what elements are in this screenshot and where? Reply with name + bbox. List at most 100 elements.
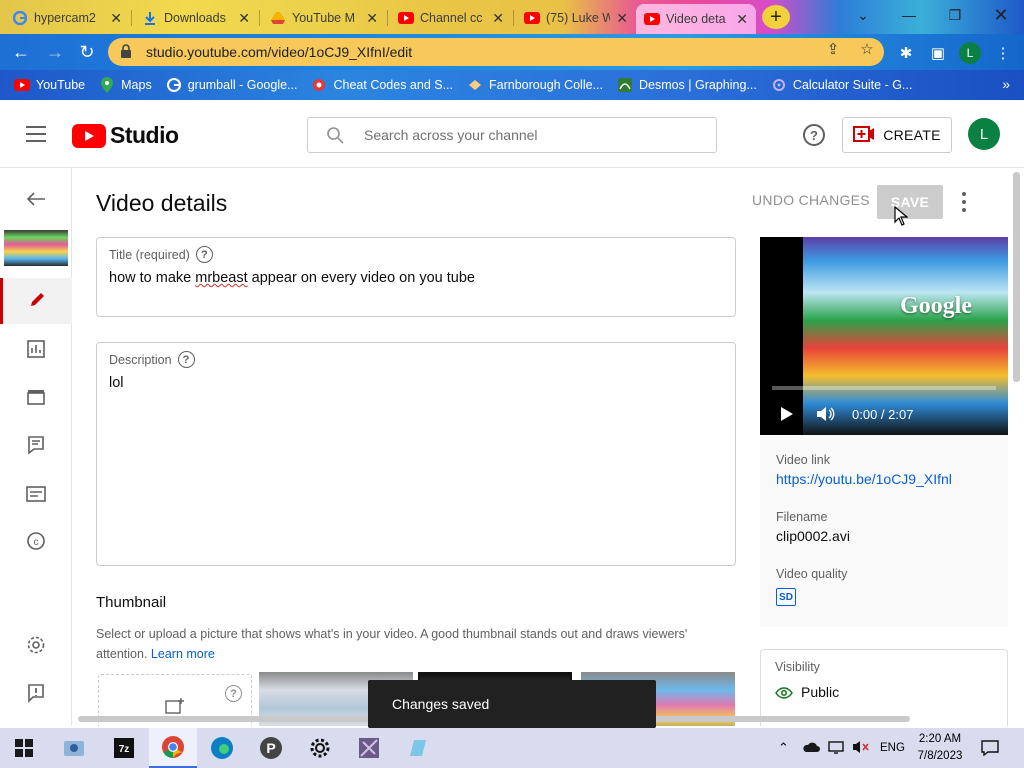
editor-nav-item[interactable]	[0, 376, 72, 422]
settings-nav-item[interactable]	[0, 624, 72, 670]
tab-search-icon[interactable]: ⌄	[840, 0, 886, 30]
edge-app-icon[interactable]	[198, 728, 246, 768]
subtitles-icon	[26, 485, 46, 507]
help-icon[interactable]: ?	[195, 246, 213, 263]
bookmark-calculator-suite[interactable]: Calculator Suite - G...	[771, 77, 912, 93]
create-button[interactable]: CREATE	[842, 117, 952, 153]
learn-more-link[interactable]: Learn more	[151, 647, 215, 661]
browser-tab[interactable]: YouTube M ✕	[262, 4, 386, 32]
video-link[interactable]: https://youtu.be/1oCJ9_XIfnl	[776, 471, 952, 487]
bookmark-star-icon[interactable]: ☆	[856, 38, 878, 60]
restore-button[interactable]: ❐	[932, 0, 978, 30]
hamburger-menu-icon[interactable]	[26, 126, 46, 142]
p-app-icon[interactable]: P	[247, 728, 295, 768]
browser-tab[interactable]: (75) Luke W ✕	[516, 4, 636, 32]
feedback-nav-item[interactable]	[0, 672, 72, 718]
volume-muted-icon[interactable]	[852, 740, 870, 757]
search-input[interactable]	[362, 126, 692, 144]
close-window-button[interactable]: ✕	[978, 0, 1024, 30]
youtube-icon	[398, 10, 414, 26]
vertical-scrollbar[interactable]	[1013, 172, 1020, 382]
bookmarks-bar: YouTube Maps grumball - Google... Cheat …	[0, 70, 1024, 100]
bookmark-cheat-codes[interactable]: Cheat Codes and S...	[311, 77, 453, 93]
video-preview[interactable]: Google 0:00 / 2:07	[760, 237, 1008, 435]
bookmark-maps[interactable]: Maps	[99, 77, 152, 93]
save-button[interactable]: SAVE	[877, 185, 943, 219]
notes-app-icon[interactable]	[394, 728, 442, 768]
chevron-up-icon[interactable]: ⌃	[778, 740, 794, 756]
back-icon[interactable]: ←	[8, 40, 34, 64]
comments-nav-item[interactable]	[0, 424, 72, 470]
new-tab-button[interactable]: +	[762, 5, 790, 29]
feedback-icon	[26, 683, 46, 708]
chrome-app-icon[interactable]	[149, 728, 197, 768]
close-tab-icon[interactable]: ✕	[366, 10, 378, 27]
video-progress-bar[interactable]	[772, 386, 996, 390]
back-arrow-icon[interactable]	[0, 176, 72, 222]
subtitles-nav-item[interactable]	[0, 473, 72, 519]
details-nav-item[interactable]	[0, 278, 72, 324]
page-title: Video details	[96, 190, 228, 216]
account-avatar[interactable]: L	[968, 118, 1000, 150]
browser-profile-avatar[interactable]: L	[959, 42, 981, 64]
play-icon[interactable]	[780, 406, 794, 422]
browser-tab[interactable]: hypercam2 ✕	[4, 4, 130, 32]
settings-app-icon[interactable]	[296, 728, 344, 768]
browser-menu-icon[interactable]: ⋮	[992, 42, 1014, 64]
extensions-icon[interactable]: ✱	[895, 42, 917, 64]
onedrive-icon[interactable]	[802, 741, 820, 756]
bookmark-desmos[interactable]: Desmos | Graphing...	[617, 77, 757, 93]
share-icon[interactable]: ⇪	[822, 38, 844, 60]
reload-icon[interactable]: ↻	[74, 40, 100, 64]
youtube-icon	[524, 10, 540, 26]
language-indicator[interactable]: ENG	[880, 742, 905, 754]
studio-header: Studio ? CREATE L	[0, 102, 1024, 168]
address-bar[interactable]: studio.youtube.com/video/1oCJ9_XIfnI/edi…	[108, 38, 884, 66]
close-tab-icon[interactable]: ✕	[616, 10, 628, 27]
bookmark-grumball[interactable]: grumball - Google...	[166, 77, 297, 93]
close-tab-icon[interactable]: ✕	[238, 10, 250, 27]
browser-tab[interactable]: Channel cc ✕	[390, 4, 512, 32]
copyright-nav-item[interactable]: c	[0, 520, 72, 566]
close-tab-icon[interactable]: ✕	[492, 10, 504, 27]
windows-taskbar: 7z P ⌃ ENG 2:20 AM 7/8/2023	[0, 728, 1024, 768]
filename-label: Filename	[776, 510, 828, 524]
channel-search[interactable]	[307, 117, 717, 153]
network-icon[interactable]	[828, 740, 844, 757]
video-time: 0:00 / 2:07	[852, 406, 914, 422]
youtube-logo-icon	[72, 123, 106, 148]
undo-changes-button[interactable]: UNDO CHANGES	[752, 192, 870, 208]
bookmarks-overflow-icon[interactable]: »	[1002, 76, 1010, 92]
game-app-icon[interactable]	[345, 728, 393, 768]
bookmark-farnborough[interactable]: Farnborough Colle...	[467, 77, 603, 93]
7zip-app-icon[interactable]: 7z	[100, 728, 148, 768]
side-panel-icon[interactable]: ▣	[927, 42, 949, 64]
close-tab-icon[interactable]: ✕	[736, 11, 748, 28]
analytics-nav-item[interactable]	[0, 328, 72, 374]
more-options-icon[interactable]	[956, 192, 972, 212]
close-tab-icon[interactable]: ✕	[110, 10, 122, 27]
help-icon[interactable]: ?	[225, 685, 242, 702]
svg-text:c: c	[34, 537, 39, 548]
help-icon[interactable]: ?	[803, 124, 825, 146]
browser-tab-active[interactable]: Video deta ✕	[636, 4, 756, 34]
title-field[interactable]: Title (required)? how to make mrbeast ap…	[96, 237, 736, 317]
visibility-card[interactable]: Visibility Public	[760, 649, 1008, 726]
description-field[interactable]: Description? lol	[96, 342, 736, 566]
title-input[interactable]: how to make mrbeast appear on every vide…	[109, 270, 475, 286]
forward-icon[interactable]: →	[42, 40, 68, 64]
browser-tab[interactable]: Downloads ✕	[134, 4, 258, 32]
taskbar-clock[interactable]: 2:20 AM 7/8/2023	[910, 731, 970, 765]
help-icon[interactable]: ?	[177, 351, 195, 368]
minimize-button[interactable]: —	[886, 0, 932, 30]
description-input[interactable]: lol	[109, 375, 124, 391]
video-thumbnail-mini[interactable]	[4, 230, 68, 266]
studio-logo[interactable]: Studio	[72, 122, 179, 149]
bookmark-youtube[interactable]: YouTube	[14, 77, 85, 93]
volume-icon[interactable]	[816, 406, 836, 422]
windows-start-icon[interactable]	[0, 728, 48, 768]
notifications-icon[interactable]	[968, 728, 1012, 768]
mouse-cursor-icon	[894, 205, 909, 231]
hypercam-app-icon[interactable]	[50, 728, 98, 768]
download-icon	[142, 10, 158, 26]
